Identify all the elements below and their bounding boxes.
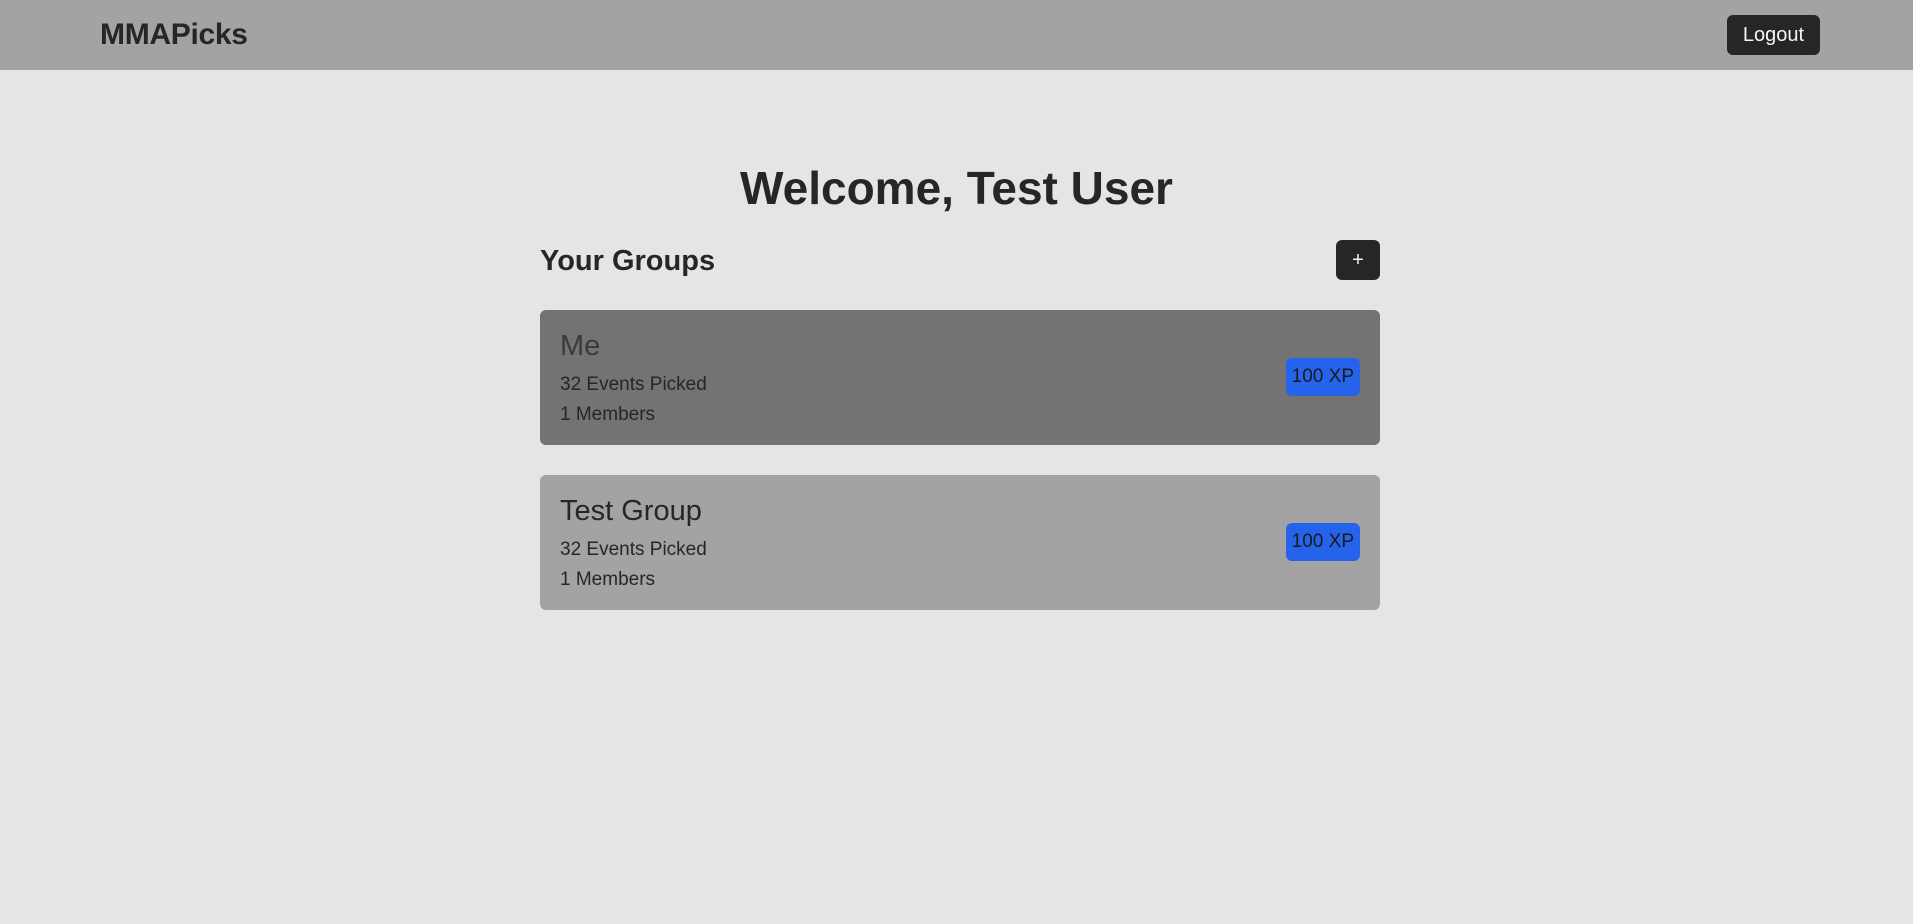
xp-badge: 100 XP [1285, 358, 1360, 396]
logout-button[interactable]: Logout [1727, 15, 1820, 55]
group-members-count: 1 Members [560, 569, 656, 590]
group-events-count: 32 Events Picked [560, 539, 707, 560]
group-members-count: 1 Members [560, 404, 656, 425]
group-name: Test Group [560, 495, 702, 527]
group-events-count: 32 Events Picked [560, 374, 707, 395]
group-name: Me [560, 330, 601, 362]
page-title: Welcome, Test User [740, 162, 1173, 214]
brand-logo[interactable]: MMAPicks [100, 18, 248, 52]
group-card-test-group[interactable]: Test Group 32 Events Picked 1 Members 10… [540, 475, 1380, 610]
groups-heading: Your Groups [540, 245, 716, 277]
add-group-button[interactable]: + [1336, 240, 1380, 280]
xp-badge: 100 XP [1285, 523, 1360, 561]
navbar: MMAPicks Logout [0, 0, 1913, 70]
group-card-me[interactable]: Me 32 Events Picked 1 Members 100 XP [540, 310, 1380, 445]
